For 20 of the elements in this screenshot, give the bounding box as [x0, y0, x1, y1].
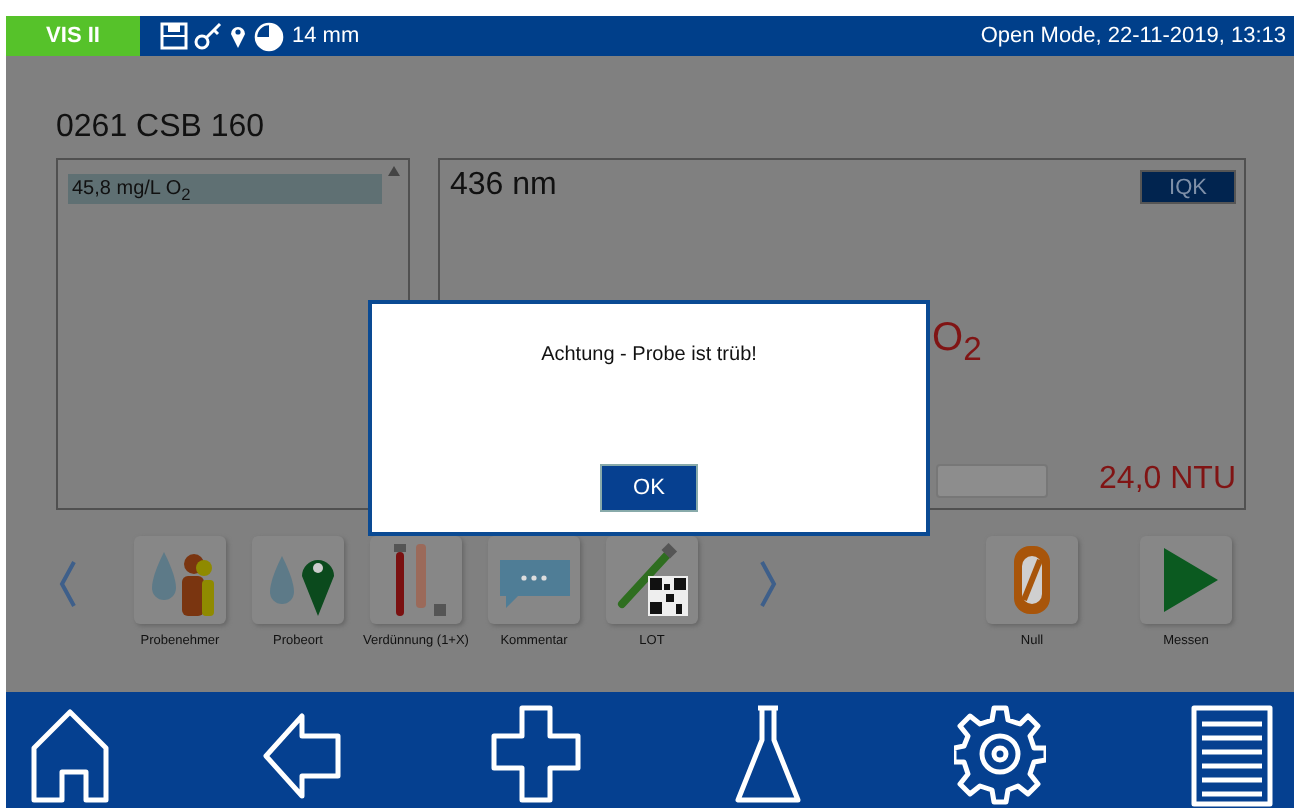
plus-icon[interactable]	[490, 700, 582, 808]
key-icon[interactable]	[194, 22, 222, 50]
path-length: 14 mm	[292, 24, 360, 48]
save-icon[interactable]	[160, 22, 188, 50]
instrument-label: VIS II	[6, 16, 140, 56]
iqk-button[interactable]: IQK	[1140, 170, 1236, 204]
settings-icon[interactable]	[954, 700, 1046, 808]
dialog-message: Achtung - Probe ist trüb!	[541, 344, 757, 366]
list-icon[interactable]	[1186, 700, 1278, 808]
mode-datetime: Open Mode, 22-11-2019, 13:13	[980, 24, 1286, 48]
ok-button[interactable]: OK	[600, 464, 698, 512]
pin-icon[interactable]	[228, 22, 248, 50]
result-unit: O$_{2}$	[932, 316, 982, 360]
wavelength-label: 436 nm	[450, 166, 557, 206]
method-title: 0261 CSB 160	[56, 108, 267, 148]
scroll-up-icon[interactable]	[388, 166, 400, 176]
tool-button[interactable]	[606, 536, 698, 624]
pie-icon[interactable]	[254, 21, 284, 51]
turbidity-value: 24,0 NTU	[1099, 462, 1236, 498]
result-item[interactable]: 45,8 mg/L O$_{2}$	[68, 174, 382, 204]
